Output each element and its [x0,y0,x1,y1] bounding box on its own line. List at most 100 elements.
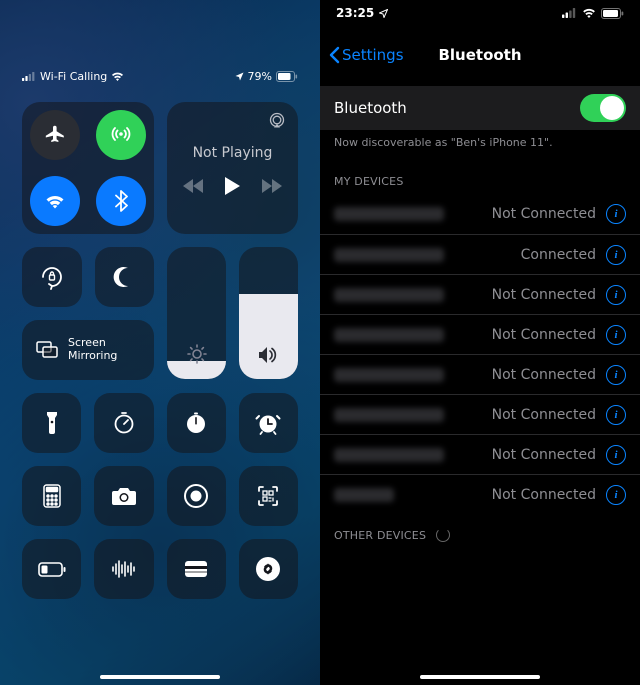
info-icon[interactable]: i [606,204,626,224]
record-icon [183,483,209,509]
section-my-devices: MY DEVICES [320,161,640,194]
device-status: Not Connectedi [492,445,626,465]
orientation-lock-toggle[interactable] [22,247,82,307]
device-row[interactable]: Not Connectedi [320,474,640,514]
status-time-cluster: 23:25 [336,6,388,20]
info-icon[interactable]: i [606,245,626,265]
screen-mirroring-label: Screen Mirroring [68,337,117,362]
waveform-icon [111,559,137,579]
flashlight-button[interactable] [22,393,81,453]
phone-bluetooth-settings: 23:25 Settings Bluetooth Bluetooth Now d… [320,0,640,685]
brightness-icon [186,343,208,369]
device-status: Not Connectedi [492,365,626,385]
moon-icon [113,266,135,288]
media-title: Not Playing [193,145,273,161]
wifi-status-icon [582,8,596,19]
media-module[interactable]: Not Playing [167,102,298,234]
bluetooth-icon [114,190,128,212]
media-controls [183,177,282,195]
signal-icon [22,72,36,81]
status-right-cluster [562,6,624,20]
section-other-devices: OTHER DEVICES [320,514,640,548]
wifi-toggle[interactable] [30,176,80,226]
info-icon[interactable]: i [606,445,626,465]
device-row[interactable]: Connectedi [320,234,640,274]
status-right-cluster: 79% [235,70,298,83]
info-icon[interactable]: i [606,325,626,345]
calculator-button[interactable] [22,466,81,526]
device-row[interactable]: Not Connectedi [320,194,640,234]
device-row[interactable]: Not Connectedi [320,314,640,354]
wallet-icon [184,559,208,579]
bluetooth-toggle[interactable] [96,176,146,226]
info-icon[interactable]: i [606,405,626,425]
brightness-slider[interactable] [167,247,226,379]
home-indicator[interactable] [100,675,220,679]
cellular-antenna-icon [109,123,133,147]
status-bar: 23:25 [320,6,640,20]
spinner-icon [436,528,450,542]
airplane-toggle[interactable] [30,110,80,160]
volume-slider[interactable] [239,247,298,379]
alarm-button[interactable] [239,393,298,453]
screen-mirroring-icon [36,341,58,359]
screen-record-button[interactable] [167,466,226,526]
bluetooth-toggle-row[interactable]: Bluetooth [320,86,640,130]
airplay-icon[interactable] [268,112,286,134]
back-button[interactable]: Settings [320,46,404,64]
device-name-redacted [334,288,444,302]
wallet-button[interactable] [167,539,226,599]
camera-button[interactable] [94,466,153,526]
connectivity-module[interactable] [22,102,154,234]
device-name-redacted [334,248,444,262]
battery-icon [276,71,298,82]
voice-memo-button[interactable] [94,539,153,599]
status-time: 23:25 [336,6,374,20]
device-row[interactable]: Not Connectedi [320,354,640,394]
info-icon[interactable]: i [606,365,626,385]
location-arrow-icon [235,72,244,81]
dnd-toggle[interactable] [95,247,155,307]
home-indicator[interactable] [420,675,540,679]
navigation-bar: Settings Bluetooth [320,36,640,74]
info-icon[interactable]: i [606,285,626,305]
device-status: Not Connectedi [492,204,626,224]
phone-control-center: Wi-Fi Calling 79% [0,0,320,685]
media-prev-icon[interactable] [183,179,203,193]
media-play-icon[interactable] [225,177,240,195]
screen-mirroring-button[interactable]: Screen Mirroring [22,320,154,380]
device-status: Not Connectedi [492,485,626,505]
device-list: Not ConnectediConnectediNot ConnectediNo… [320,194,640,514]
info-icon[interactable]: i [606,485,626,505]
stopwatch-icon [184,411,208,435]
camera-icon [111,486,137,506]
section-other-label: OTHER DEVICES [334,529,426,542]
calculator-icon [43,484,61,508]
status-left-cluster: Wi-Fi Calling [22,70,124,83]
device-name-redacted [334,448,444,462]
stopwatch-button[interactable] [167,393,226,453]
timer-icon [112,411,136,435]
cellular-toggle[interactable] [96,110,146,160]
media-next-icon[interactable] [262,179,282,193]
bluetooth-switch[interactable] [580,94,626,122]
device-name-redacted [334,488,394,502]
bluetooth-toggle-label: Bluetooth [334,99,407,117]
device-row[interactable]: Not Connectedi [320,434,640,474]
low-power-button[interactable] [22,539,81,599]
device-name-redacted [334,368,444,382]
device-row[interactable]: Not Connectedi [320,394,640,434]
device-name-redacted [334,207,444,221]
alarm-clock-icon [255,411,281,435]
control-center: Not Playing [22,102,298,667]
device-status: Not Connectedi [492,405,626,425]
shazam-icon [255,556,281,582]
device-name-redacted [334,408,444,422]
device-status: Not Connectedi [492,325,626,345]
timer-button[interactable] [94,393,153,453]
flashlight-icon [45,410,59,436]
qr-scan-button[interactable] [239,466,298,526]
settings-content[interactable]: Bluetooth Now discoverable as "Ben's iPh… [320,86,640,675]
device-row[interactable]: Not Connectedi [320,274,640,314]
shazam-button[interactable] [239,539,298,599]
